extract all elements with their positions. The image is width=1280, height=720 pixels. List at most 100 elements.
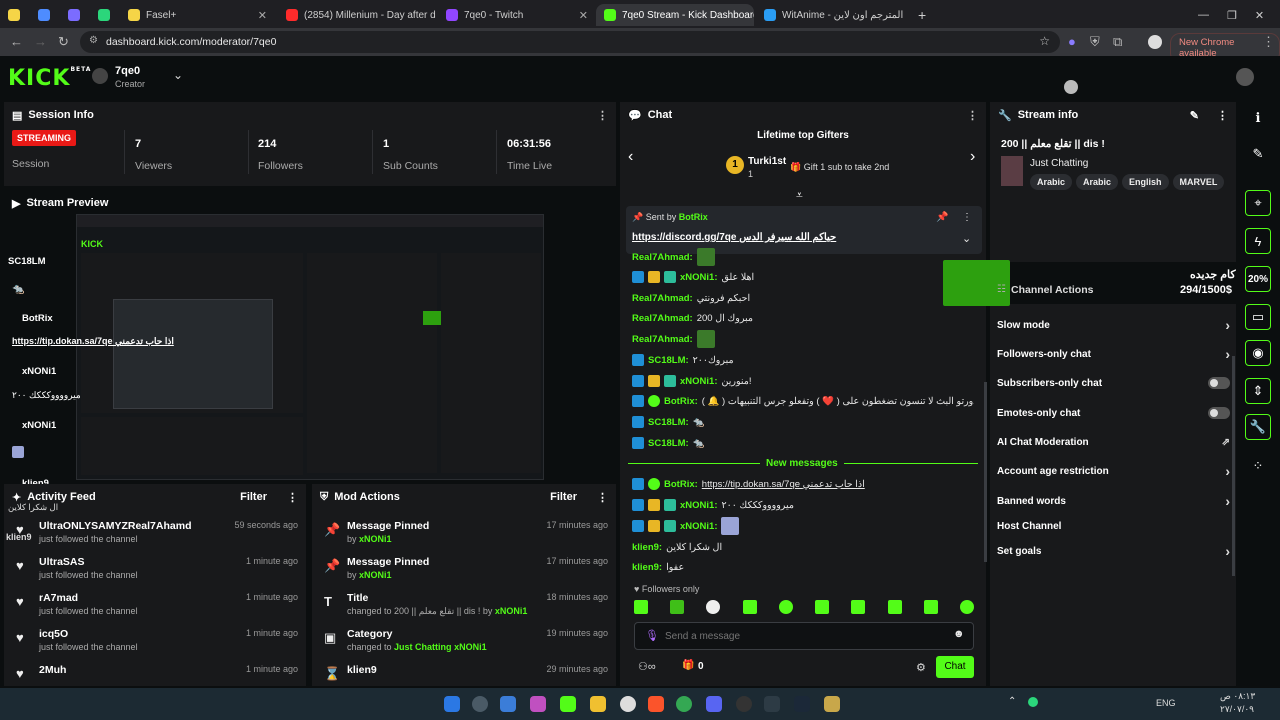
language-indicator[interactable]: ENG xyxy=(1156,698,1176,708)
clock-time[interactable]: ٠٨:١٣ ص xyxy=(1220,691,1255,702)
toggle-switch[interactable] xyxy=(1208,407,1230,419)
pinned-message[interactable]: 📌 Sent by BotRix https://discord.gg/7qe … xyxy=(626,206,982,254)
stream-info-scrollbar[interactable] xyxy=(1232,356,1235,576)
discord-icon[interactable] xyxy=(706,696,722,712)
action-subscribers-only[interactable]: Subscribers-only chat xyxy=(997,372,1230,394)
activity-item[interactable]: ♥ icq5O just followed the channel 1 minute … xyxy=(12,624,298,658)
mod-action-item[interactable]: 📌 Message Pinned by xNONi1 17 minutes ago xyxy=(320,516,608,550)
tray-app-icon[interactable] xyxy=(1028,697,1038,707)
chat-message[interactable]: xNONi1: xyxy=(632,517,974,535)
chat-message-input[interactable] xyxy=(665,628,945,644)
emote-icon[interactable] xyxy=(706,600,721,614)
reload-icon[interactable]: ↻ xyxy=(58,34,69,50)
profile-avatar-icon[interactable] xyxy=(1148,35,1162,49)
browser-tab[interactable] xyxy=(60,4,88,26)
filter-button[interactable]: Filter xyxy=(240,491,267,503)
tag-chip[interactable]: MARVEL xyxy=(1172,174,1225,190)
moderator-name[interactable]: xNONi1 xyxy=(495,606,528,616)
browser-tab[interactable] xyxy=(0,4,28,26)
action-ai-moderation[interactable]: AI Chat Moderation ⇗ xyxy=(997,431,1230,453)
wrench-rail-icon[interactable]: 🔧 xyxy=(1245,414,1271,440)
collapse-gifters-icon[interactable]: ⩡ xyxy=(796,188,803,203)
minimize-icon[interactable]: — xyxy=(1198,9,1209,21)
chat-username[interactable]: xNONi1: xyxy=(680,376,717,387)
chat-message[interactable]: klien9: ال شكرا كلاين xyxy=(632,538,974,556)
chat-message[interactable]: SC18LM: 🐀 xyxy=(632,413,974,431)
site-info-icon[interactable]: ⚙ xyxy=(89,35,98,46)
tag-chip[interactable]: Arabic xyxy=(1076,174,1119,190)
browser-tab[interactable] xyxy=(30,4,58,26)
stream-video-frame[interactable]: KICK xyxy=(76,214,544,480)
chrome-icon[interactable] xyxy=(676,696,692,712)
chat-username[interactable]: xNONi1: xyxy=(680,272,717,283)
chat-settings-gear-icon[interactable]: ⚙ xyxy=(916,661,926,674)
browser-tab[interactable]: (2854) Millenium - Day after da✕ xyxy=(278,4,436,26)
pinned-text[interactable]: https://discord.gg/7qe حياكم الله سيرفر … xyxy=(632,232,836,243)
search-icon[interactable] xyxy=(472,696,488,712)
chat-message[interactable]: Real7Ahmad: 200 مبروك ال xyxy=(632,309,974,327)
new-tab-icon[interactable]: + xyxy=(910,4,934,26)
emote-icon[interactable] xyxy=(778,600,793,614)
brave-icon[interactable] xyxy=(648,696,664,712)
restore-icon[interactable]: ❐ xyxy=(1227,9,1237,22)
chat-message[interactable]: Real7Ahmad: xyxy=(632,248,974,266)
pencil-icon[interactable]: ✎ xyxy=(1244,140,1272,168)
target-icon[interactable]: ⌖ xyxy=(1245,190,1271,216)
action-account-age[interactable]: Account age restriction › xyxy=(997,460,1230,482)
user-avatar[interactable] xyxy=(1236,68,1254,86)
moderator-name[interactable]: xNONi1 xyxy=(454,642,487,652)
mod-action-item[interactable]: 📌 Message Pinned by xNONi1 17 minutes ago xyxy=(320,552,608,586)
chat-username[interactable]: klien9: xyxy=(632,562,662,573)
activity-item[interactable]: ♥ UltraSAS just followed the channel 1 minu… xyxy=(12,552,298,586)
tray-chevron-icon[interactable]: ⌃ xyxy=(1008,696,1016,707)
tag-chip[interactable]: Arabic xyxy=(1030,174,1073,190)
chat-message[interactable]: BotRix: https://tip.dokan.sa/7qe اذا حاب … xyxy=(632,475,974,493)
emote-icon[interactable] xyxy=(815,600,830,614)
close-window-icon[interactable]: ✕ xyxy=(1255,9,1264,22)
moderator-name[interactable]: xNONi1 xyxy=(359,534,392,544)
chat-username[interactable]: klien9: xyxy=(632,542,662,553)
shield-extension-icon[interactable]: ⛨ xyxy=(1090,34,1100,50)
chat-bubble-icon[interactable]: ▭ xyxy=(1245,304,1271,330)
mod-action-item[interactable]: T Title changed to 200 || تقلع معلم || dis… xyxy=(320,588,608,622)
channel-points-icon[interactable]: ⚇∞ xyxy=(638,660,656,673)
chat-username[interactable]: BotRix: xyxy=(664,396,698,407)
emote-icon[interactable] xyxy=(959,600,974,614)
clock-date[interactable]: ٢٧/٠٧/٠٩ xyxy=(1220,704,1254,715)
chat-username[interactable]: Real7Ahmad: xyxy=(632,313,693,324)
more-options-icon[interactable]: ⋮ xyxy=(967,109,978,122)
activity-item[interactable]: ♥ rA7mad just followed the channel 1 minute… xyxy=(12,588,298,622)
action-followers-only[interactable]: Followers-only chat › xyxy=(997,343,1230,365)
channel-switch-chevron-icon[interactable]: ⌄ xyxy=(173,68,183,82)
unpin-icon[interactable]: 📌 xyxy=(936,212,948,223)
action-slow-mode[interactable]: Slow mode › xyxy=(997,314,1230,336)
close-tab-icon[interactable]: ✕ xyxy=(258,9,267,22)
chat-message[interactable]: xNONi1: منورين! xyxy=(632,372,974,390)
emote-icon[interactable] xyxy=(887,600,902,614)
activity-item[interactable]: ♥ UltraONLYSAMYZReal7Ahamd just followed t… xyxy=(12,516,298,550)
expand-chevron-icon[interactable]: ⌄ xyxy=(962,232,971,245)
chat-message[interactable]: BotRix:( 🔔 ) دورتو البث لا تنسون تضغطون … xyxy=(632,392,974,410)
apps-icon[interactable]: ⁘ xyxy=(1244,452,1272,480)
chat-username[interactable]: SC18LM: xyxy=(648,355,689,366)
info-icon[interactable]: ℹ xyxy=(1244,104,1272,132)
app-icon[interactable] xyxy=(530,696,546,712)
prev-gifter-icon[interactable]: ‹ xyxy=(628,148,633,166)
chat-message[interactable]: SC18LM: 🐀 xyxy=(632,434,974,452)
chat-message[interactable]: klien9: عفوا xyxy=(632,558,974,576)
filter-button[interactable]: Filter xyxy=(550,491,577,503)
send-chat-button[interactable]: Chat xyxy=(936,656,974,678)
chat-username[interactable]: Real7Ahmad: xyxy=(632,293,693,304)
browser-tab[interactable]: 7qe0 - Twitch ✕ xyxy=(438,4,596,26)
app-icon[interactable] xyxy=(560,696,576,712)
emote-icon[interactable] xyxy=(670,600,685,614)
chat-message[interactable]: Real7Ahmad: احبكم فرونتي xyxy=(632,289,974,307)
steam-icon[interactable] xyxy=(794,696,810,712)
action-banned-words[interactable]: Banned words › xyxy=(997,490,1230,512)
address-bar[interactable]: ⚙ dashboard.kick.com/moderator/7qe0 ☆ xyxy=(80,31,1060,53)
more-options-icon[interactable]: ⋮ xyxy=(597,491,608,504)
category-name[interactable]: Just Chatting xyxy=(394,642,452,652)
chat-input-box[interactable]: 🎙 ☻ xyxy=(634,622,974,650)
app-icon[interactable] xyxy=(824,696,840,712)
extension-icon[interactable]: ● xyxy=(1068,34,1076,49)
